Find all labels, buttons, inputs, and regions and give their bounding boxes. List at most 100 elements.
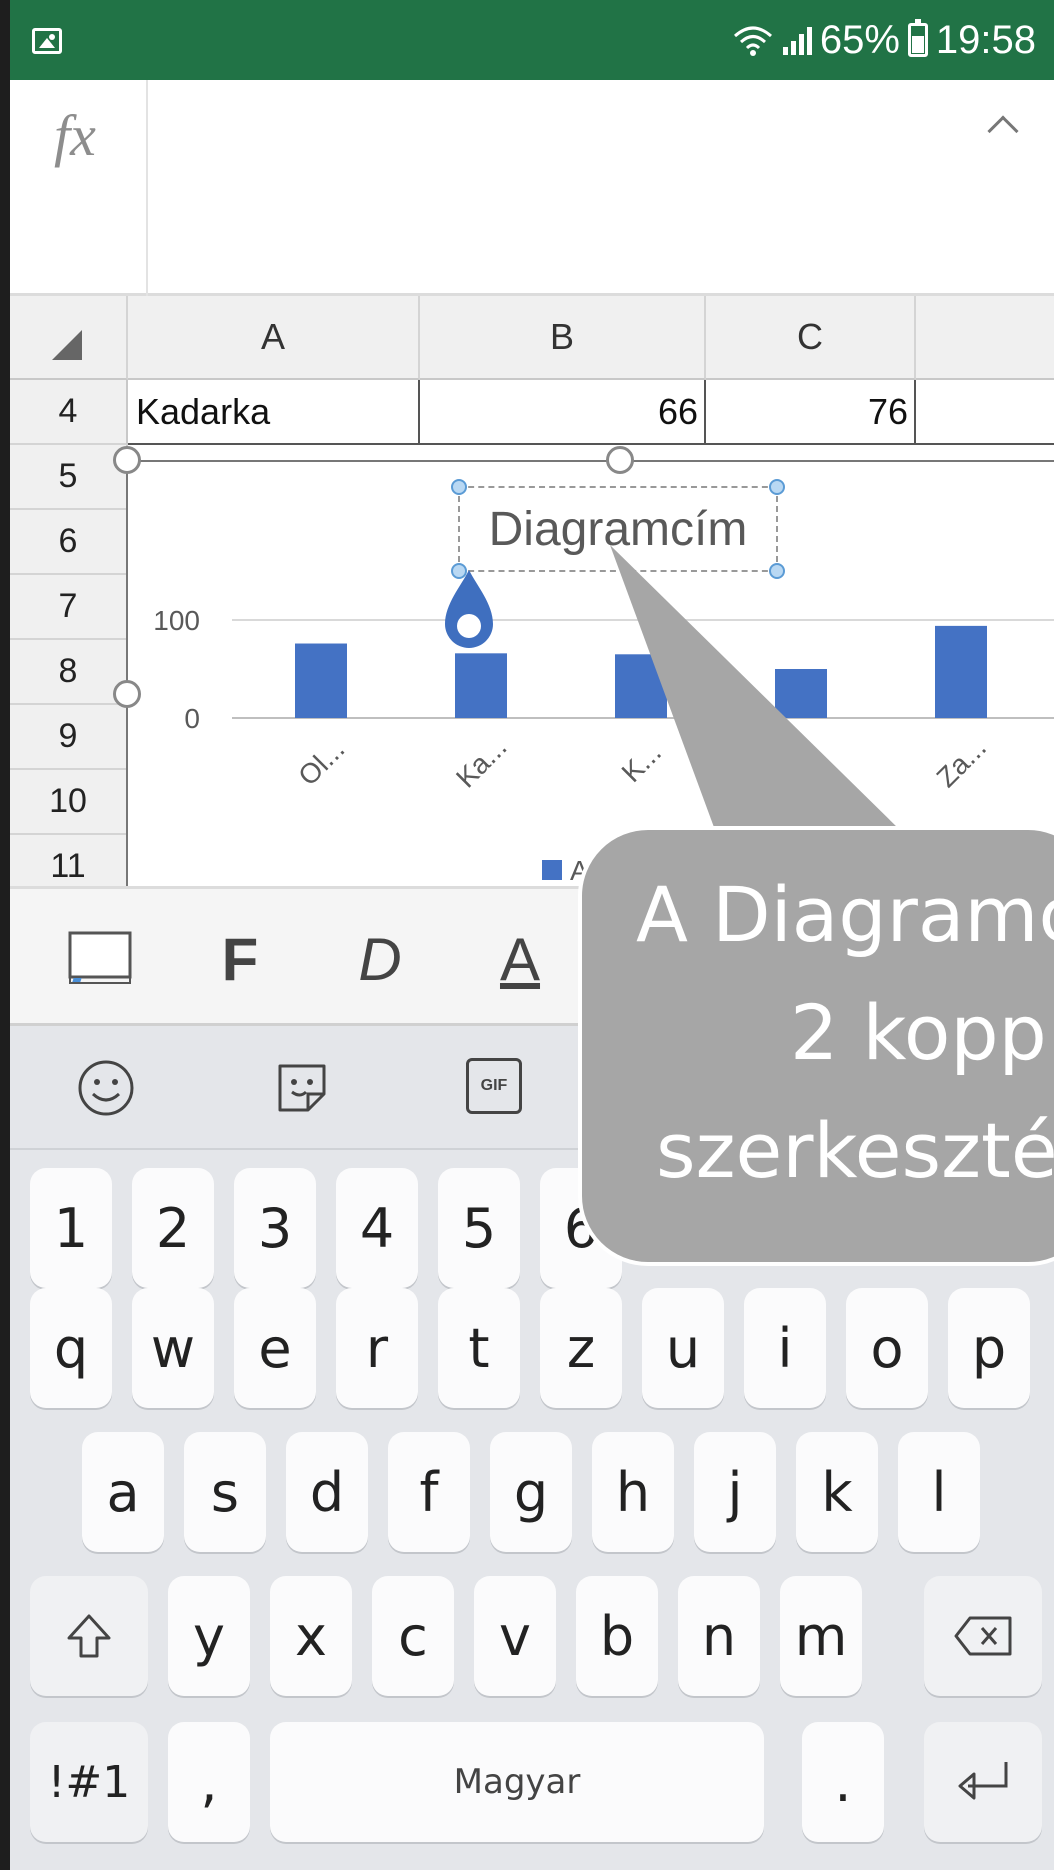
key-5[interactable]: 5 [438, 1168, 520, 1288]
key-i-label: i [777, 1316, 793, 1380]
key-2[interactable]: 2 [132, 1168, 214, 1288]
key-4[interactable]: 4 [336, 1168, 418, 1288]
text-cursor-handle-icon[interactable] [441, 568, 497, 654]
key-5-label: 5 [461, 1196, 497, 1260]
row-header-7[interactable]: 7 [10, 575, 128, 640]
key-b[interactable]: b [576, 1576, 658, 1696]
key-k[interactable]: k [796, 1432, 878, 1552]
cell-d4[interactable] [916, 380, 1054, 445]
key-y[interactable]: y [168, 1576, 250, 1696]
formula-input[interactable] [150, 80, 954, 296]
key-u-label: u [665, 1316, 701, 1380]
enter-key[interactable] [924, 1722, 1042, 1842]
row-10-label: 10 [49, 782, 87, 820]
title-handle-top-right[interactable] [769, 479, 785, 495]
column-header-c[interactable]: C [706, 296, 916, 380]
key-w[interactable]: w [132, 1288, 214, 1408]
bar [295, 643, 347, 718]
key-u[interactable]: u [642, 1288, 724, 1408]
key-g[interactable]: g [490, 1432, 572, 1552]
key-e-label: e [258, 1316, 292, 1380]
period-key[interactable]: . [802, 1722, 884, 1842]
underline-button[interactable]: A [470, 889, 570, 1029]
key-v[interactable]: v [474, 1576, 556, 1696]
key-x[interactable]: x [270, 1576, 352, 1696]
sticker-icon[interactable] [272, 1058, 332, 1118]
bar [935, 625, 987, 718]
key-p-label: p [971, 1316, 1007, 1380]
key-r[interactable]: r [336, 1288, 418, 1408]
space-key[interactable]: Magyar [270, 1722, 764, 1842]
key-j-label: j [727, 1460, 743, 1524]
row-header-5[interactable]: 5 [10, 445, 128, 510]
cell-c4[interactable]: 76 [706, 380, 916, 445]
key-v-label: v [499, 1604, 531, 1668]
key-e[interactable]: e [234, 1288, 316, 1408]
key-1[interactable]: 1 [30, 1168, 112, 1288]
key-n[interactable]: n [678, 1576, 760, 1696]
bar [615, 654, 667, 718]
row-header-10[interactable]: 10 [10, 770, 128, 835]
column-c-label: C [797, 316, 823, 357]
chart-title-selection[interactable]: Diagramcím [451, 479, 785, 579]
key-3[interactable]: 3 [234, 1168, 316, 1288]
bar [455, 653, 507, 718]
row-header-9[interactable]: 9 [10, 705, 128, 770]
key-t[interactable]: t [438, 1288, 520, 1408]
column-header-d[interactable] [916, 296, 1054, 380]
key-m[interactable]: m [780, 1576, 862, 1696]
column-header-a[interactable]: A [128, 296, 420, 380]
key-f-label: f [419, 1460, 439, 1524]
key-i[interactable]: i [744, 1288, 826, 1408]
select-all-corner[interactable] [10, 296, 128, 380]
key-j[interactable]: j [694, 1432, 776, 1552]
symbols-key[interactable]: !#1 [30, 1722, 148, 1842]
backspace-key[interactable] [924, 1576, 1042, 1696]
comma-key[interactable]: , [168, 1722, 250, 1842]
bold-button[interactable]: F [190, 889, 290, 1029]
key-l[interactable]: l [898, 1432, 980, 1552]
shift-key[interactable] [30, 1576, 148, 1696]
chart-title[interactable]: Diagramcím [460, 488, 776, 570]
gif-icon[interactable]: GIF [466, 1058, 522, 1114]
key-z-label: z [566, 1316, 596, 1380]
row-5-label: 5 [58, 457, 78, 495]
row-header-4[interactable]: 4 [10, 380, 128, 445]
key-f[interactable]: f [388, 1432, 470, 1552]
key-d[interactable]: d [286, 1432, 368, 1552]
wifi-icon [733, 26, 772, 56]
row-8-label: 8 [58, 652, 78, 690]
key-p[interactable]: p [948, 1288, 1030, 1408]
key-s[interactable]: s [184, 1432, 266, 1552]
italic-button[interactable]: D [330, 889, 430, 1029]
chart-handle-top-center[interactable] [606, 446, 634, 474]
collapse-chevron-icon[interactable] [987, 115, 1019, 147]
column-header-b[interactable]: B [420, 296, 706, 380]
row-header-8[interactable]: 8 [10, 640, 128, 705]
row-header-11[interactable]: 11 [10, 835, 128, 886]
key-h[interactable]: h [592, 1432, 674, 1552]
fx-button[interactable]: fx [10, 80, 148, 296]
cell-b4[interactable]: 66 [420, 380, 706, 445]
key-o[interactable]: o [846, 1288, 928, 1408]
key-c[interactable]: c [372, 1576, 454, 1696]
key-z[interactable]: z [540, 1288, 622, 1408]
tutorial-callout: A Diagramc 2 kopp szerkeszté [578, 826, 1054, 1266]
key-a[interactable]: a [82, 1432, 164, 1552]
key-o-label: o [870, 1316, 904, 1380]
underline-label: A [499, 925, 541, 993]
key-n-label: n [701, 1604, 737, 1668]
frame-border [0, 0, 10, 1870]
key-s-label: s [210, 1460, 240, 1524]
key-t-label: t [468, 1316, 490, 1380]
row-header-6[interactable]: 6 [10, 510, 128, 575]
title-handle-top-left[interactable] [451, 479, 467, 495]
chart-handle-middle-left[interactable] [113, 680, 141, 708]
chart-handle-top-left[interactable] [113, 446, 141, 474]
fill-color-button[interactable] [50, 889, 150, 1029]
title-handle-bottom-right[interactable] [769, 563, 785, 579]
bold-label: F [221, 925, 259, 993]
emoji-icon[interactable] [76, 1058, 136, 1118]
cell-a4[interactable]: Kadarka [128, 380, 420, 445]
key-q[interactable]: q [30, 1288, 112, 1408]
